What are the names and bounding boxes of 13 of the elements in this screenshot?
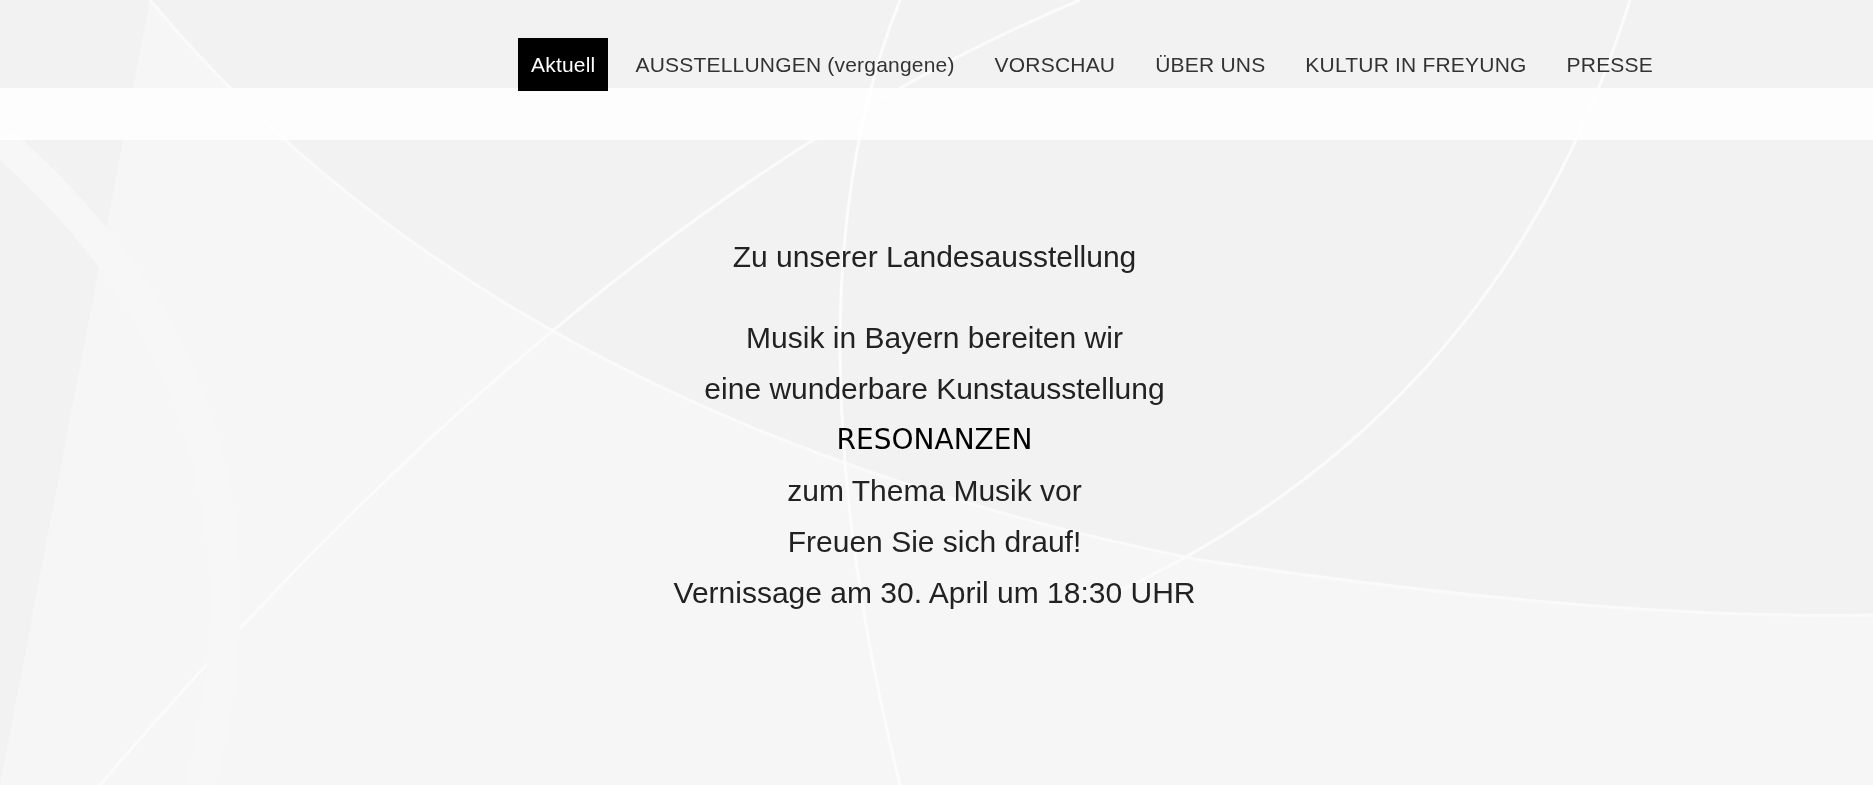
text-line: eine wunderbare Kunstausstellung (704, 371, 1165, 407)
text-line: zum Thema Musik vor (787, 473, 1082, 509)
nav-tab[interactable]: AUSSTELLUNGEN (vergangene) (622, 38, 968, 91)
text-line: Musik in Bayern bereiten wir (746, 320, 1123, 356)
nav-tab[interactable]: PRESSE (1553, 38, 1666, 91)
text-line: Zu unserer Landesausstellung (732, 239, 1137, 275)
exhibition-title: RESONANZEN (836, 422, 1033, 458)
nav-tab[interactable]: Aktuell (518, 38, 609, 91)
nav-tab[interactable]: ÜBER UNS (1142, 38, 1279, 91)
text-line: Vernissage am 30. April um 18:30 UHR (673, 575, 1196, 611)
text-line: Freuen Sie sich drauf! (787, 524, 1082, 560)
nav-tab[interactable]: KULTUR IN FREYUNG (1292, 38, 1540, 91)
nav-tab[interactable]: VORSCHAU (981, 38, 1129, 91)
